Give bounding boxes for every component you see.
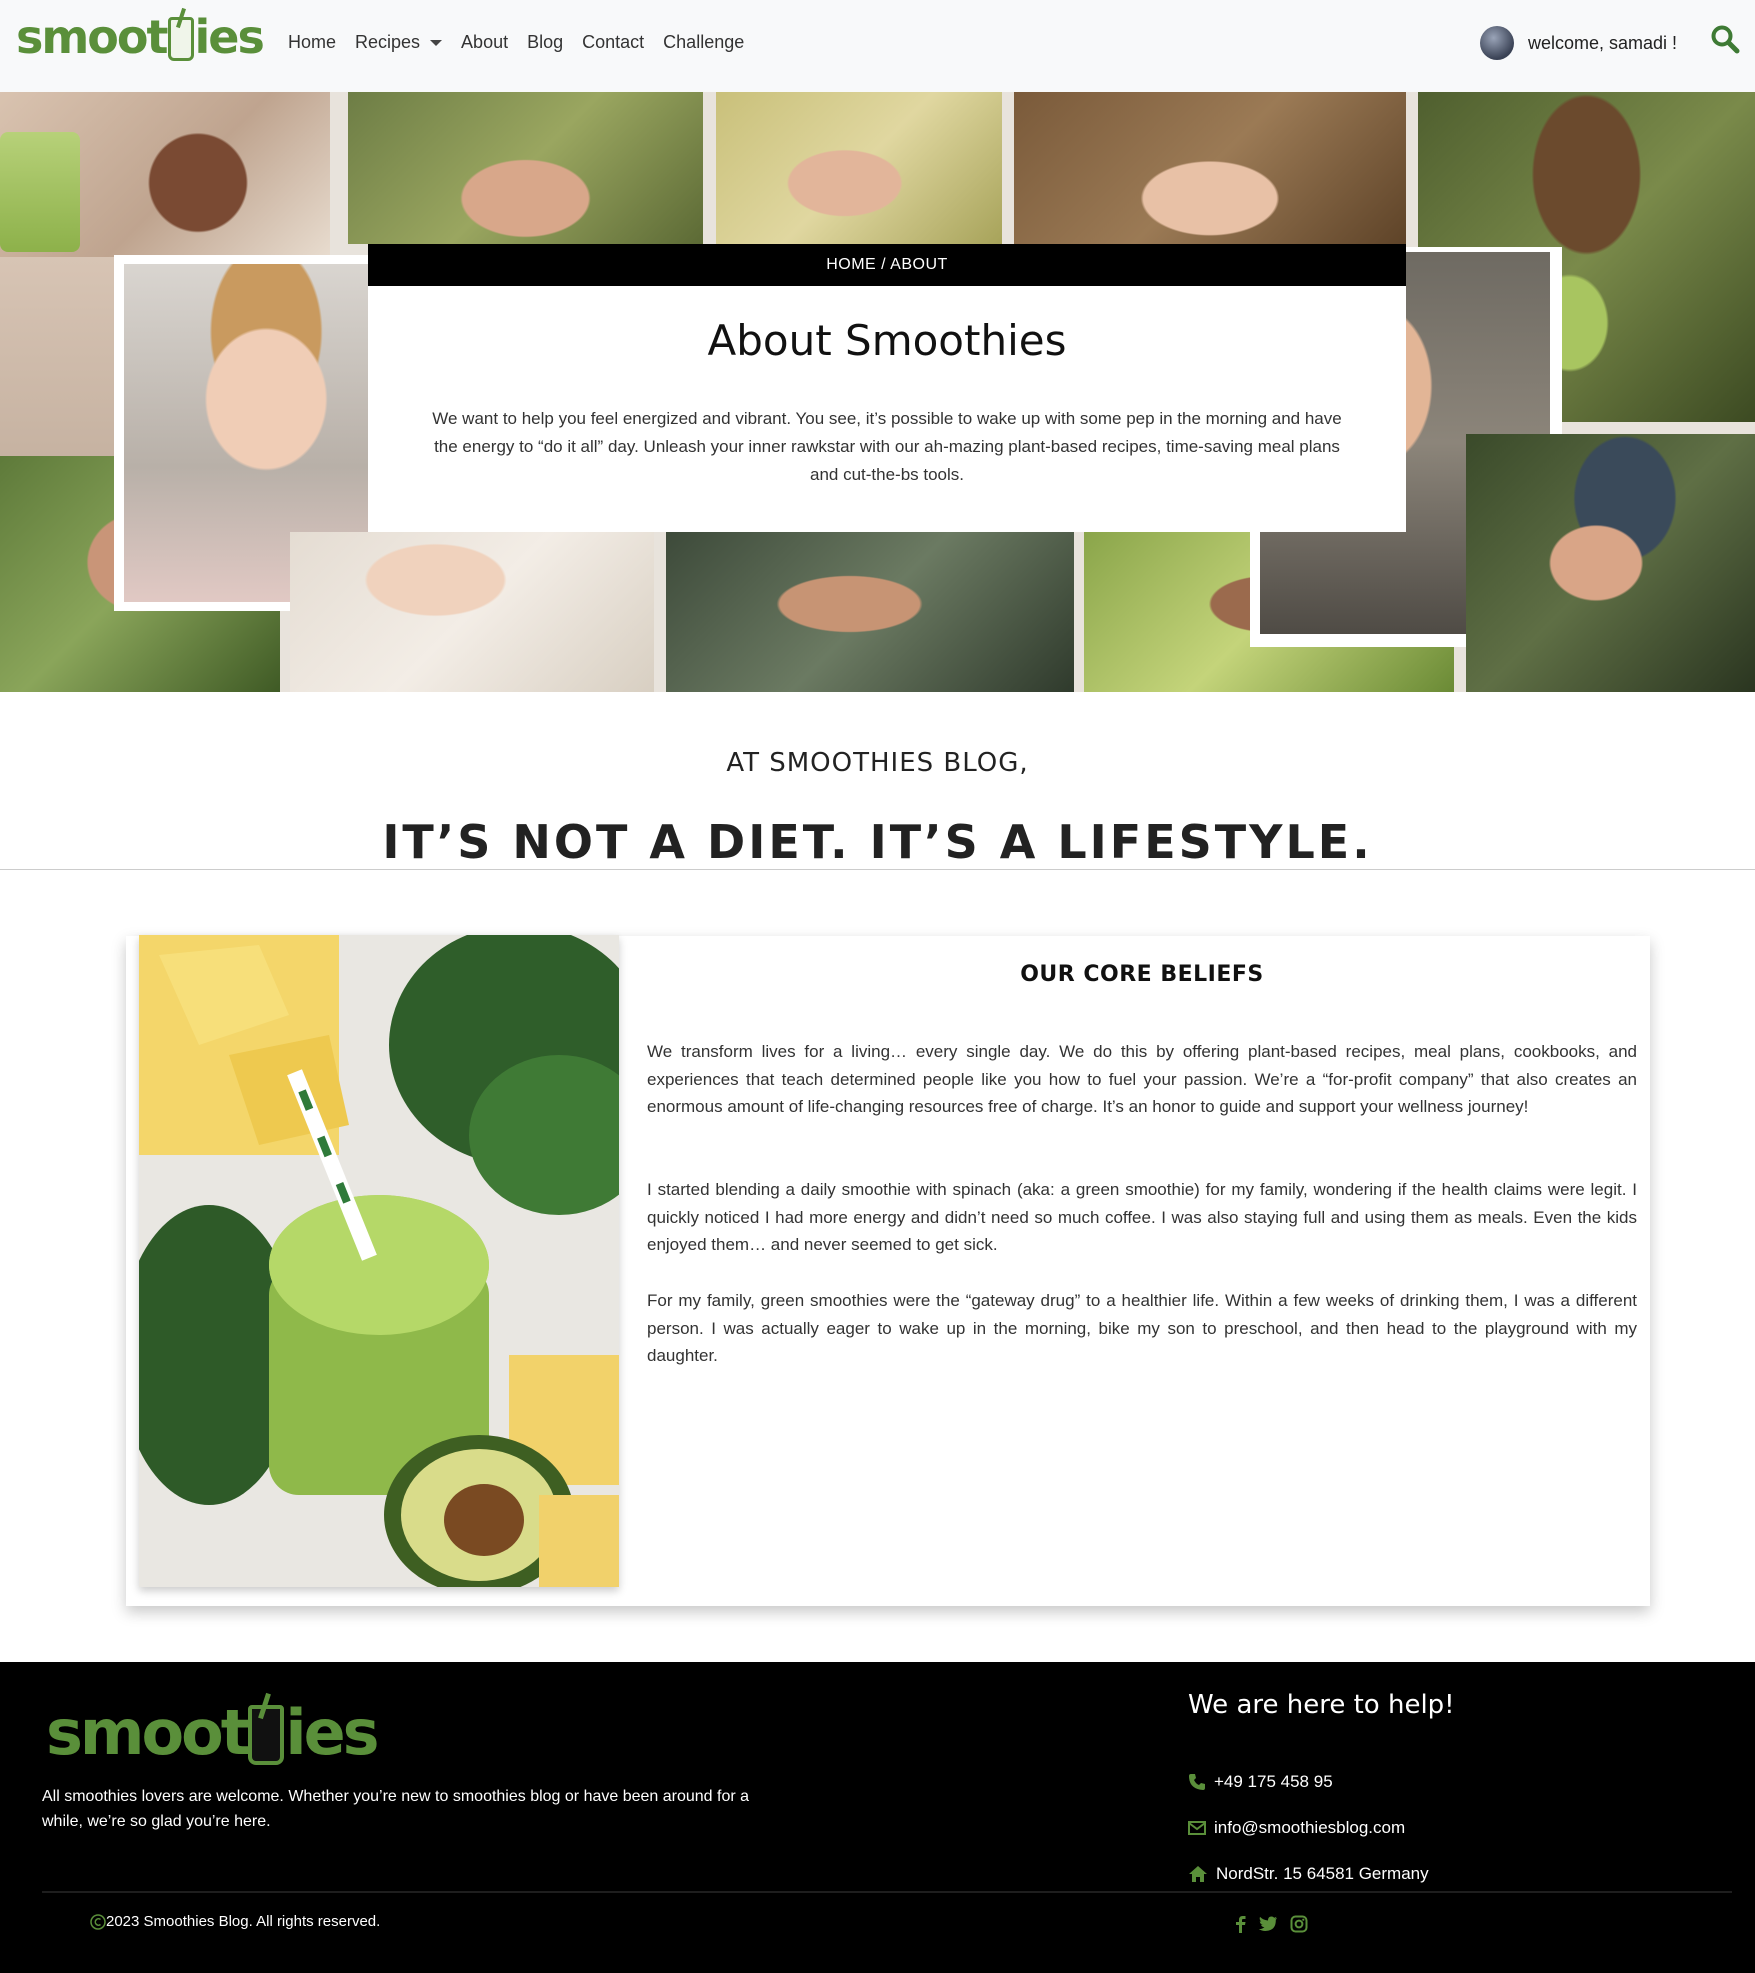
phone-icon	[1189, 1774, 1205, 1790]
hero-banner: HOME / ABOUT About Smoothies We want to …	[0, 92, 1755, 692]
hero-intro-text: We want to help you feel energized and v…	[432, 409, 1342, 484]
breadcrumb[interactable]: HOME / ABOUT	[368, 244, 1406, 286]
footer-logo-text-right: ies	[285, 1696, 379, 1769]
tagline-main: IT’S NOT A DIET. IT’S A LIFESTYLE.	[382, 815, 1373, 869]
twitter-icon[interactable]	[1258, 1916, 1278, 1936]
footer-help-title: We are here to help!	[1188, 1690, 1455, 1720]
nav-recipes-label: Recipes	[355, 32, 421, 52]
footer-logo-text-left: smoot	[46, 1696, 250, 1769]
footer-phone[interactable]: +49 175 458 95	[1188, 1772, 1333, 1792]
footer-phone-text: +49 175 458 95	[1214, 1772, 1333, 1791]
footer-social	[1234, 1915, 1320, 1937]
smoothie-illustration	[139, 935, 619, 1587]
footer-divider	[42, 1891, 1732, 1893]
nav-about[interactable]: About	[461, 32, 508, 53]
home-icon	[1189, 1866, 1207, 1882]
logo-text-left: smoot	[16, 10, 169, 64]
nav-challenge[interactable]: Challenge	[663, 32, 744, 53]
hero-photo	[1466, 434, 1755, 692]
hero-photo	[0, 257, 114, 482]
navbar: smoot ies Home Recipes About Blog Contact…	[0, 0, 1755, 92]
footer-address-text: NordStr. 15 64581 Germany	[1216, 1864, 1429, 1883]
core-beliefs-paragraph: I started blending a daily smoothie with…	[647, 1180, 1637, 1255]
footer-email[interactable]: info@smoothiesblog.com	[1188, 1818, 1405, 1838]
footer-address: NordStr. 15 64581 Germany	[1188, 1864, 1429, 1884]
hero-photo	[666, 532, 1074, 692]
avatar[interactable]	[1480, 26, 1514, 60]
footer-logo[interactable]: smoot ies	[46, 1696, 380, 1769]
search-icon	[1711, 25, 1740, 54]
hero-photo	[1014, 92, 1406, 244]
welcome-text: welcome, samadi !	[1528, 32, 1678, 53]
chevron-down-icon	[430, 40, 443, 47]
nav-blog[interactable]: Blog	[527, 32, 563, 53]
instagram-icon[interactable]	[1290, 1915, 1308, 1937]
footer-copyright-text: 2023 Smoothies Blog. All rights reserved…	[106, 1913, 381, 1930]
search-button[interactable]	[1710, 24, 1740, 54]
hero-photo	[348, 92, 703, 244]
user-menu[interactable]: welcome, samadi !	[1480, 26, 1677, 60]
envelope-icon	[1188, 1821, 1206, 1835]
nav-recipes[interactable]: Recipes	[355, 32, 443, 53]
section-divider	[0, 869, 1755, 870]
nav-home[interactable]: Home	[288, 32, 336, 53]
core-beliefs-title: OUR CORE BELIEFS	[1020, 962, 1264, 987]
facebook-icon[interactable]	[1234, 1915, 1246, 1937]
copyright-icon	[90, 1913, 106, 1930]
logo-text-right: ies	[194, 10, 265, 64]
tagline-sub: AT SMOOTHIES BLOG,	[726, 748, 1029, 778]
nav-links: Home Recipes About Blog Contact Challeng…	[288, 32, 763, 53]
hero-photo	[0, 132, 80, 252]
hero-photo	[716, 92, 1002, 244]
core-beliefs-paragraph: For my family, green smoothies were the …	[647, 1291, 1637, 1366]
page-title: About Smoothies	[707, 316, 1067, 365]
footer-copyright: 2023 Smoothies Blog. All rights reserved…	[90, 1913, 380, 1930]
logo-glass-icon	[167, 17, 194, 61]
site-logo[interactable]: smoot ies	[16, 10, 265, 64]
footer-about-text: All smoothies lovers are welcome. Whethe…	[42, 1788, 750, 1830]
logo-glass-icon	[248, 1705, 285, 1765]
nav-contact[interactable]: Contact	[582, 32, 644, 53]
core-beliefs-paragraph: We transform lives for a living… every s…	[647, 1042, 1637, 1117]
green-smoothie-photo	[139, 935, 619, 1587]
hero-photo	[290, 532, 654, 692]
about-hero-card: HOME / ABOUT About Smoothies We want to …	[368, 244, 1406, 532]
footer-email-text: info@smoothiesblog.com	[1214, 1818, 1406, 1837]
